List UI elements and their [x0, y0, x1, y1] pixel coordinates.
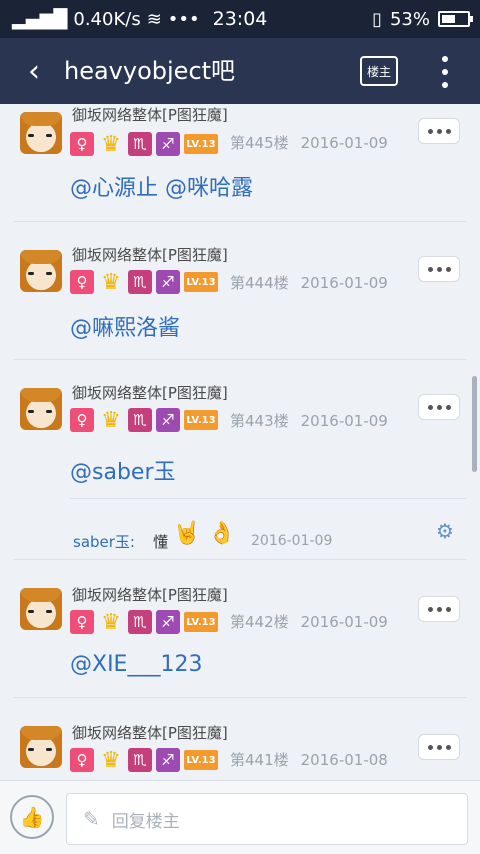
- post-meta: 第441楼 2016-01-08: [230, 749, 388, 770]
- reply-input[interactable]: ✎ 回复楼主: [66, 793, 468, 845]
- battery-percent: 53%: [389, 8, 430, 30]
- louzhu-only-button[interactable]: 楼主: [360, 56, 398, 86]
- user-badges: ♀ ♛ ♏ ♐ LV.13: [70, 609, 218, 635]
- status-bar: ▂▄▆█ 0.40K/s ≋ ••• 23:04 ▯ 53%: [0, 0, 480, 38]
- reply-username[interactable]: saber玉:: [73, 531, 135, 552]
- post-content: @saber玉: [70, 460, 176, 485]
- scorpio-icon: ♏: [128, 270, 152, 294]
- avatar[interactable]: [20, 726, 62, 768]
- scorpio-icon: ♏: [128, 610, 152, 634]
- more-vertical-icon[interactable]: [430, 52, 460, 92]
- vibrate-icon: ▯: [372, 8, 382, 30]
- sagittarius-icon: ♐: [156, 408, 180, 432]
- level-badge: LV.13: [184, 612, 218, 632]
- crown-icon: ♛: [101, 747, 121, 773]
- post-content: @心源止 @咪哈露: [70, 176, 253, 201]
- post-date: 2016-01-09: [300, 134, 388, 152]
- user-badges: ♀ ♛ ♏ ♐ LV.13: [70, 407, 218, 433]
- crown-icon: ♛: [101, 609, 121, 635]
- ok-hand-emoji-icon: 👌: [208, 521, 236, 546]
- reply-text: 懂: [153, 533, 169, 551]
- female-icon: ♀: [70, 270, 94, 294]
- post-meta: 第443楼 2016-01-09: [230, 410, 388, 431]
- crown-icon: ♛: [101, 407, 121, 433]
- avatar[interactable]: [20, 588, 62, 630]
- avatar[interactable]: [20, 250, 62, 292]
- scorpio-icon: ♏: [128, 748, 152, 772]
- user-badges: ♀ ♛ ♏ ♐ LV.13: [70, 269, 218, 295]
- reply-date: 2016-01-09: [251, 533, 333, 549]
- reply-placeholder: 回复楼主: [111, 811, 180, 832]
- sagittarius-icon: ♐: [156, 132, 180, 156]
- sub-reply[interactable]: saber玉: 懂 🤘 👌 2016-01-09 ⚙: [70, 498, 466, 560]
- thumbs-up-icon[interactable]: 👍: [10, 795, 54, 839]
- sagittarius-icon: ♐: [156, 748, 180, 772]
- post-more-button[interactable]: [418, 734, 460, 760]
- crown-icon: ♛: [101, 131, 121, 157]
- floor-number: 第443楼: [230, 412, 289, 430]
- rock-hand-emoji-icon: 🤘: [173, 521, 201, 546]
- post-username[interactable]: 御坂网络整体[P图狂魔]: [72, 722, 228, 743]
- post-item: 御坂网络整体[P图狂魔] ♀ ♛ ♏ ♐ LV.13 第441楼 2016-01-…: [0, 698, 480, 780]
- level-badge: LV.13: [184, 272, 218, 292]
- battery-icon: [438, 11, 473, 27]
- avatar[interactable]: [20, 112, 62, 154]
- sagittarius-icon: ♐: [156, 610, 180, 634]
- nav-bar: ‹ heavyobject吧 楼主: [0, 38, 480, 104]
- level-badge: LV.13: [184, 410, 218, 430]
- female-icon: ♀: [70, 748, 94, 772]
- floor-number: 第441楼: [230, 751, 289, 769]
- post-username[interactable]: 御坂网络整体[P图狂魔]: [72, 584, 228, 605]
- level-badge: LV.13: [184, 750, 218, 770]
- post-more-button[interactable]: [418, 256, 460, 282]
- avatar[interactable]: [20, 388, 62, 430]
- post-date: 2016-01-09: [300, 613, 388, 631]
- scorpio-icon: ♏: [128, 408, 152, 432]
- level-badge: LV.13: [184, 134, 218, 154]
- post-username[interactable]: 御坂网络整体[P图狂魔]: [72, 244, 228, 265]
- user-badges: ♀ ♛ ♏ ♐ LV.13: [70, 131, 218, 157]
- post-item: 御坂网络整体[P图狂魔] ♀ ♛ ♏ ♐ LV.13 第445楼 2016-01-…: [0, 104, 480, 222]
- scorpio-icon: ♏: [128, 132, 152, 156]
- post-date: 2016-01-08: [300, 751, 388, 769]
- back-chevron-icon[interactable]: ‹: [16, 52, 52, 90]
- user-badges: ♀ ♛ ♏ ♐ LV.13: [70, 747, 218, 773]
- post-date: 2016-01-09: [300, 274, 388, 292]
- female-icon: ♀: [70, 610, 94, 634]
- floor-number: 第444楼: [230, 274, 289, 292]
- post-username[interactable]: 御坂网络整体[P图狂魔]: [72, 104, 228, 125]
- reply-bar: 👍 ✎ 回复楼主: [0, 780, 480, 854]
- female-icon: ♀: [70, 408, 94, 432]
- floor-number: 第442楼: [230, 613, 289, 631]
- post-content: @嘛熙洛酱: [70, 316, 181, 341]
- post-more-button[interactable]: [418, 118, 460, 144]
- post-meta: 第442楼 2016-01-09: [230, 611, 388, 632]
- post-meta: 第444楼 2016-01-09: [230, 272, 388, 293]
- post-content: @XIE___123: [70, 652, 203, 677]
- female-icon: ♀: [70, 132, 94, 156]
- post-more-button[interactable]: [418, 394, 460, 420]
- page-title: heavyobject吧: [64, 57, 236, 85]
- post-more-button[interactable]: [418, 596, 460, 622]
- floor-number: 第445楼: [230, 134, 289, 152]
- sagittarius-icon: ♐: [156, 270, 180, 294]
- post-username[interactable]: 御坂网络整体[P图狂魔]: [72, 382, 228, 403]
- post-item: 御坂网络整体[P图狂魔] ♀ ♛ ♏ ♐ LV.13 第444楼 2016-01-…: [0, 222, 480, 360]
- crown-icon: ♛: [101, 269, 121, 295]
- post-list: 御坂网络整体[P图狂魔] ♀ ♛ ♏ ♐ LV.13 第445楼 2016-01-…: [0, 104, 480, 780]
- post-meta: 第445楼 2016-01-09: [230, 132, 388, 153]
- post-date: 2016-01-09: [300, 412, 388, 430]
- post-item: 御坂网络整体[P图狂魔] ♀ ♛ ♏ ♐ LV.13 第442楼 2016-01-…: [0, 560, 480, 698]
- pencil-icon: ✎: [83, 807, 100, 831]
- gear-icon[interactable]: ⚙: [436, 519, 454, 543]
- scrollbar[interactable]: [472, 376, 477, 472]
